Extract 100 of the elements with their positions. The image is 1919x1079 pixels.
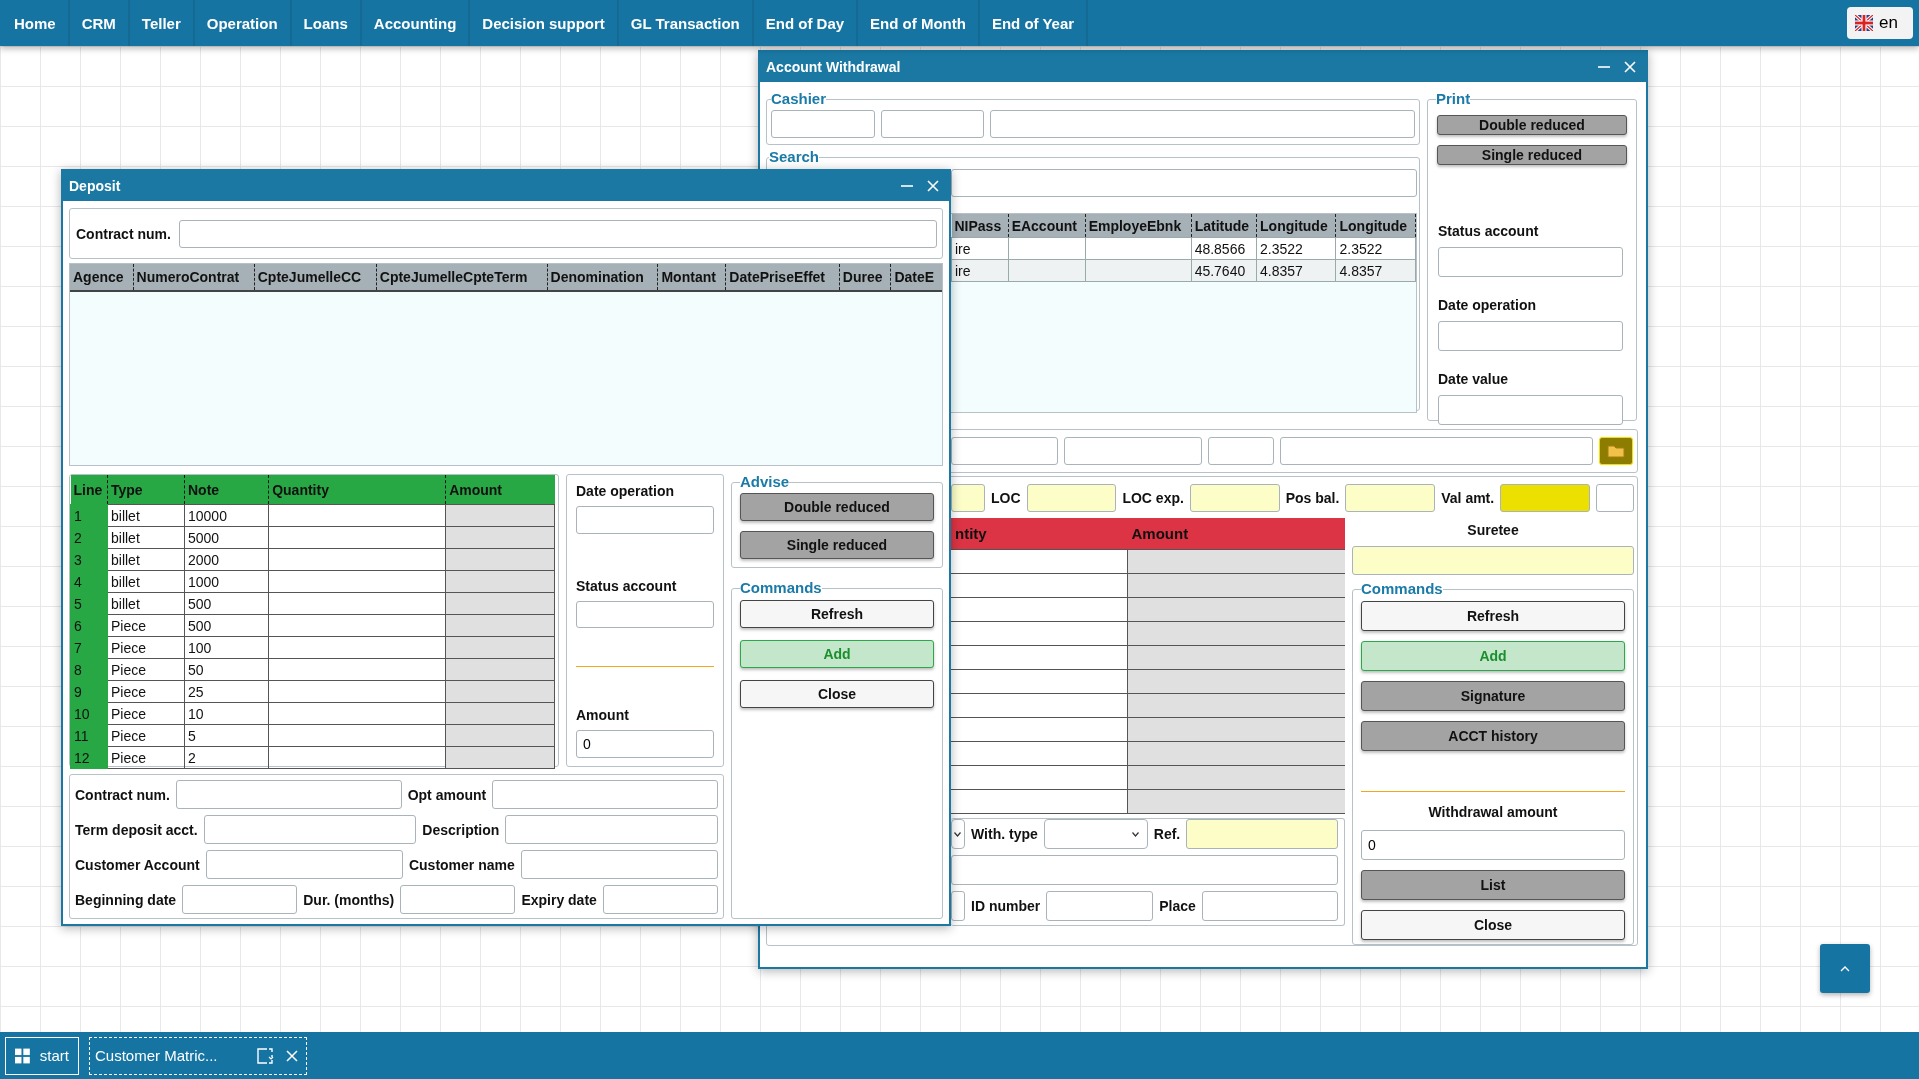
menu-item[interactable]: Teller	[129, 0, 195, 46]
input-field[interactable]: 0	[1361, 830, 1625, 860]
input-field[interactable]	[1046, 891, 1154, 921]
table-cell[interactable]	[268, 636, 446, 659]
table-cell[interactable]	[951, 717, 1128, 742]
table-cell[interactable]	[268, 702, 446, 725]
input-field[interactable]	[1438, 321, 1623, 351]
input-field[interactable]	[1208, 437, 1274, 465]
restore-icon[interactable]	[257, 1047, 274, 1064]
table-cell[interactable]	[268, 570, 446, 593]
task-label[interactable]: Customer Matric...	[95, 1047, 245, 1064]
input-field[interactable]	[520, 850, 718, 879]
dropdown[interactable]	[1043, 819, 1148, 849]
input-field[interactable]	[178, 220, 937, 248]
menu-item[interactable]: Decision support	[470, 0, 619, 46]
button[interactable]: Single reduced	[740, 531, 934, 559]
close-icon[interactable]	[927, 180, 939, 192]
input-field[interactable]	[951, 437, 1058, 465]
table-cell[interactable]	[268, 614, 446, 637]
input-field[interactable]	[576, 506, 714, 534]
language-button[interactable]: en	[1847, 7, 1913, 39]
button[interactable]: Refresh	[1361, 601, 1625, 631]
table-header[interactable]: DatePriseEffet	[725, 264, 840, 291]
button[interactable]: Double reduced	[1437, 115, 1627, 135]
table-header[interactable]: CpteJumelleCC	[254, 264, 377, 291]
table-header[interactable]: DateE	[890, 264, 942, 291]
input-field[interactable]	[1500, 484, 1590, 512]
input-field[interactable]	[203, 815, 417, 844]
input-field[interactable]	[1026, 484, 1117, 512]
input-field[interactable]	[990, 110, 1415, 138]
input-field[interactable]	[951, 891, 965, 921]
input-field[interactable]	[1438, 247, 1623, 277]
table-cell[interactable]	[951, 741, 1128, 766]
close-icon[interactable]	[1624, 61, 1636, 73]
table-cell[interactable]	[951, 693, 1128, 718]
button[interactable]: Close	[740, 680, 934, 708]
table-header[interactable]: EmployeEbnk	[1085, 214, 1192, 238]
input-field[interactable]	[771, 110, 875, 138]
folder-button[interactable]	[1599, 437, 1633, 465]
close-icon[interactable]	[286, 1049, 298, 1062]
input-field[interactable]	[1438, 395, 1623, 425]
button[interactable]: Close	[1361, 910, 1625, 940]
table-cell[interactable]	[951, 765, 1128, 790]
table-header[interactable]: Agence	[70, 264, 134, 291]
table-cell[interactable]	[268, 548, 446, 571]
table-cell[interactable]	[951, 573, 1128, 598]
input-field[interactable]	[951, 855, 1338, 885]
search-field[interactable]	[951, 169, 1417, 197]
table-header[interactable]: CpteJumelleCpteTerm	[376, 264, 548, 291]
input-field[interactable]	[1596, 484, 1634, 512]
table-cell[interactable]	[951, 549, 1128, 574]
table-cell[interactable]	[951, 645, 1128, 670]
input-field[interactable]	[1280, 437, 1593, 465]
button[interactable]: Signature	[1361, 681, 1625, 711]
input-field[interactable]	[1189, 484, 1280, 512]
table-header[interactable]: Denomination	[547, 264, 658, 291]
menu-item[interactable]: Operation	[194, 0, 292, 46]
input-field[interactable]	[205, 850, 403, 879]
input-field[interactable]: 0	[576, 730, 714, 758]
table-cell[interactable]	[951, 621, 1128, 646]
button[interactable]: ACCT history	[1361, 721, 1625, 751]
input-field[interactable]	[576, 600, 714, 629]
table-cell[interactable]	[268, 526, 446, 549]
table-header[interactable]: Longitude	[1256, 214, 1336, 238]
menu-item[interactable]: End of Year	[979, 0, 1089, 46]
button[interactable]: Refresh	[740, 600, 934, 628]
input-field[interactable]	[1201, 891, 1338, 921]
menu-item[interactable]: GL Transaction	[618, 0, 754, 46]
menu-item[interactable]: Home	[2, 0, 70, 46]
table-header[interactable]: NIPass	[951, 214, 1009, 238]
input-field[interactable]	[1186, 819, 1338, 849]
menu-item[interactable]: Loans	[291, 0, 362, 46]
input-field[interactable]	[505, 815, 718, 844]
task-item[interactable]: Customer Matric...	[89, 1036, 307, 1075]
table-header[interactable]: Montant	[657, 264, 726, 291]
input-field[interactable]	[881, 110, 984, 138]
table-cell[interactable]	[268, 504, 446, 527]
input-field[interactable]	[400, 885, 516, 914]
input-field[interactable]	[1352, 546, 1634, 575]
table-cell[interactable]	[268, 724, 446, 747]
input-field[interactable]	[951, 484, 985, 512]
table-header[interactable]: Duree	[839, 264, 891, 291]
menu-item[interactable]: End of Day	[753, 0, 859, 46]
input-field[interactable]	[1345, 484, 1436, 512]
table-cell[interactable]	[268, 592, 446, 615]
menu-item[interactable]: Accounting	[361, 0, 471, 46]
table-header[interactable]: Longitude	[1336, 214, 1416, 238]
table-cell[interactable]	[951, 669, 1128, 694]
table-cell[interactable]	[951, 597, 1128, 622]
table-cell[interactable]	[268, 658, 446, 681]
table-header[interactable]: EAccount	[1008, 214, 1086, 238]
menu-item[interactable]: CRM	[69, 0, 130, 46]
menu-item[interactable]: End of Month	[858, 0, 980, 46]
button[interactable]: Single reduced	[1437, 145, 1627, 165]
table-header[interactable]: Latitude	[1191, 214, 1257, 238]
input-field[interactable]	[182, 885, 298, 914]
input-field[interactable]	[175, 780, 402, 809]
input-field[interactable]	[492, 780, 718, 809]
table-header[interactable]: NumeroContrat	[133, 264, 255, 291]
table-cell[interactable]	[951, 789, 1128, 814]
